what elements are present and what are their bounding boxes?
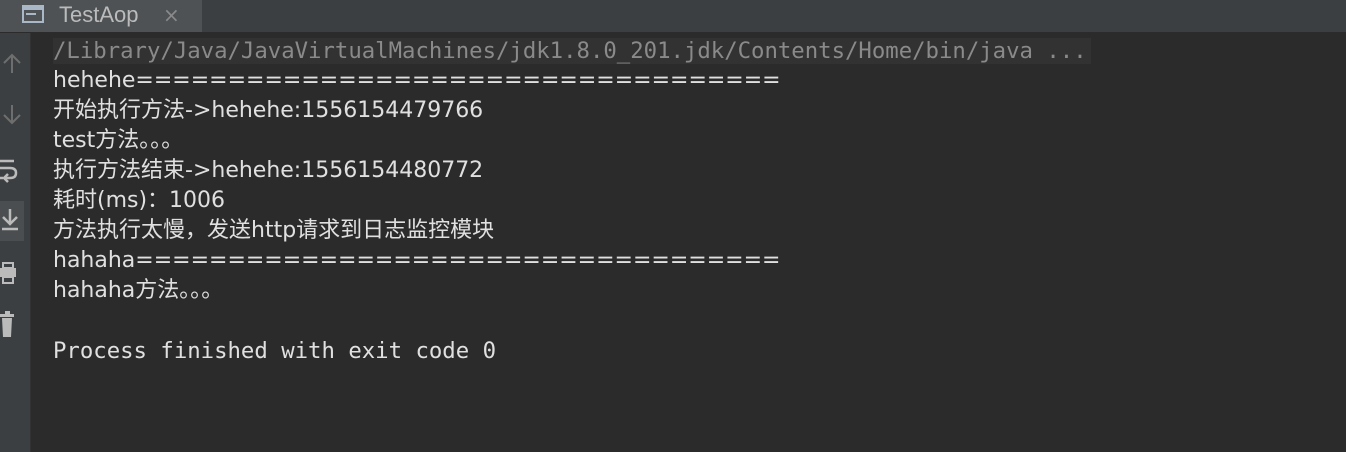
soft-wrap-icon[interactable] [0,153,24,187]
close-icon[interactable]: × [163,0,180,32]
tab-testaop[interactable]: TestAop × [0,0,202,32]
print-icon[interactable] [0,255,24,289]
output-line: test方法。。。 [53,128,184,153]
scroll-down-icon[interactable] [0,99,24,133]
console-window-icon [22,5,44,23]
output-line: hehehe==================================… [53,68,781,93]
output-line: 开始执行方法->hehehe:1556154479766 [53,98,484,123]
command-line: /Library/Java/JavaVirtualMachines/jdk1.8… [53,36,1091,66]
output-line: 耗时(ms)：1006 [53,188,226,213]
console-toolbar [0,33,31,452]
scroll-to-end-icon[interactable] [0,201,24,241]
output-line: hahaha方法。。。 [53,278,224,303]
command-line-text: /Library/Java/JavaVirtualMachines/jdk1.8… [53,38,1091,64]
tab-label: TestAop [59,2,139,27]
process-exit-line: Process finished with exit code 0 [53,338,496,364]
tool-window-tab-bar: TestAop × [0,0,1346,33]
output-line: hahaha==================================… [53,248,781,273]
console-output[interactable]: /Library/Java/JavaVirtualMachines/jdk1.8… [31,33,1346,452]
clear-all-icon[interactable] [0,307,24,341]
output-line: 方法执行太慢，发送http请求到日志监控模块 [53,218,495,243]
output-line: 执行方法结束->hehehe:1556154480772 [53,158,484,183]
scroll-up-icon[interactable] [0,45,24,79]
